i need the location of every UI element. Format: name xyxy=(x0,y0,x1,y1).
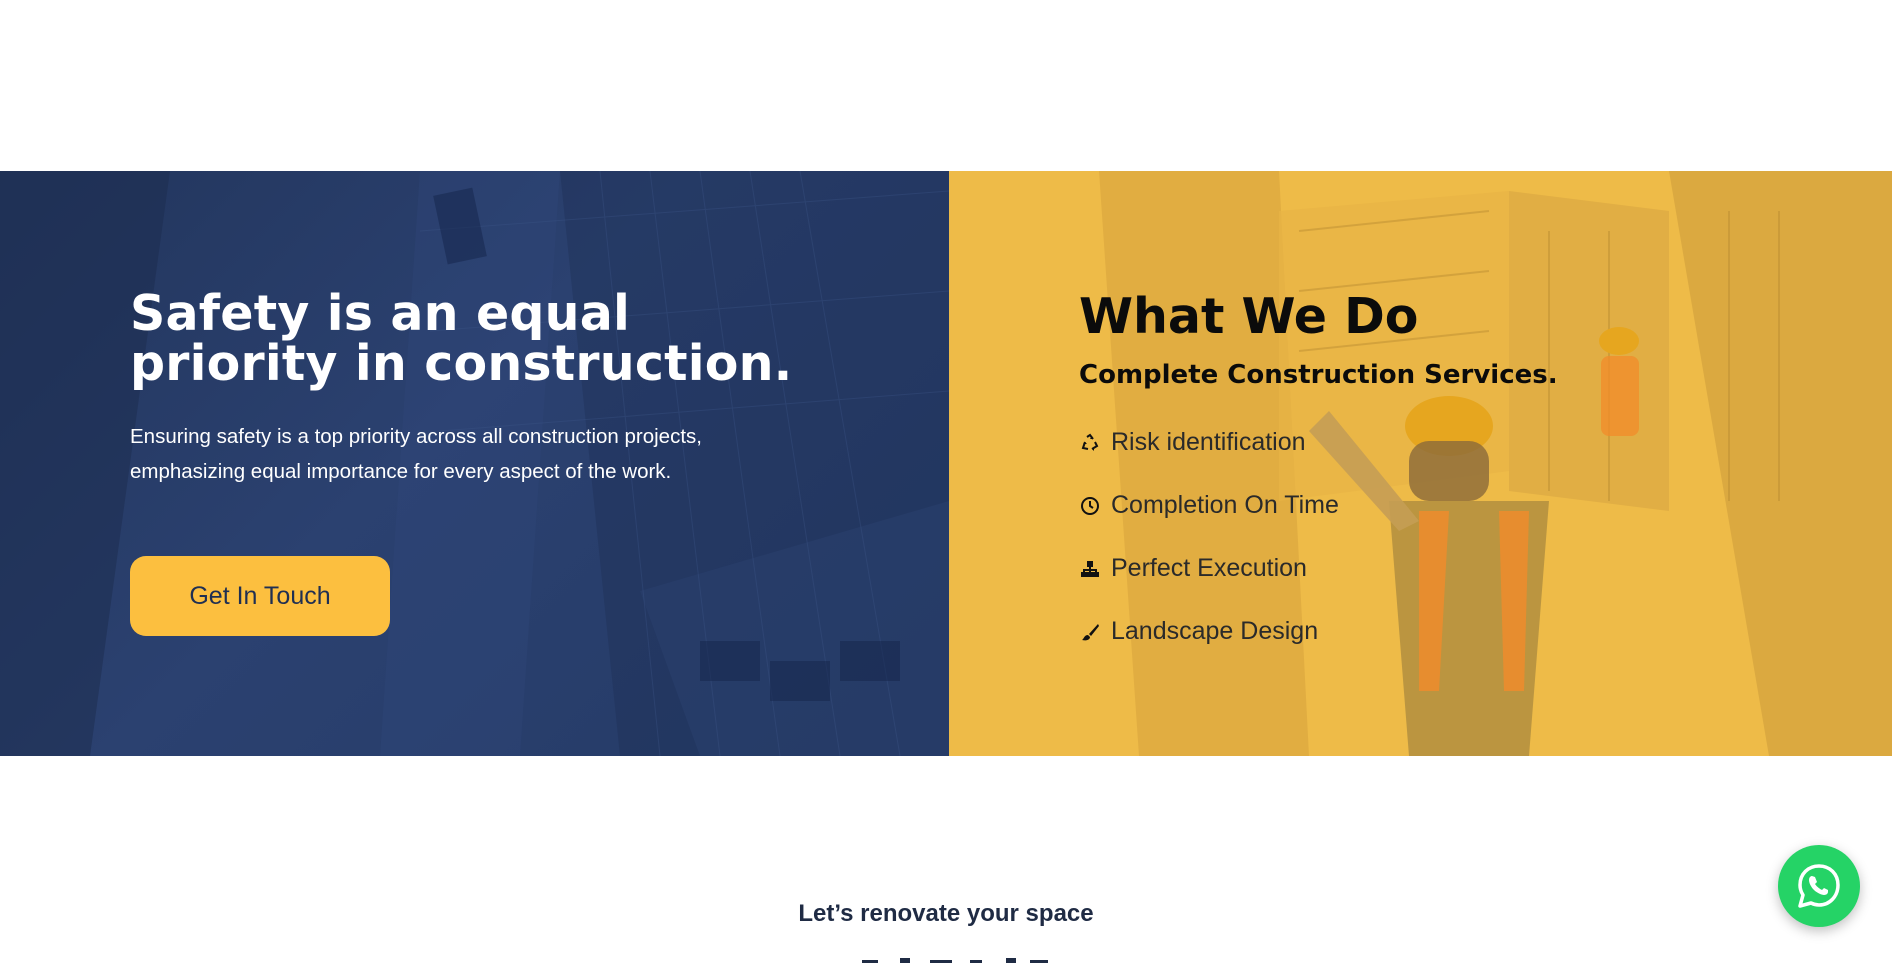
service-item-landscape-design: Landscape Design xyxy=(1079,600,1799,663)
safety-panel: Safety is an equal priority in construct… xyxy=(0,171,949,756)
cut-off-heading xyxy=(800,951,1120,963)
service-label-perfect-execution: Perfect Execution xyxy=(1111,554,1307,582)
safety-content: Safety is an equal priority in construct… xyxy=(130,289,830,489)
sitemap-icon xyxy=(1079,558,1101,580)
services-heading: What We Do xyxy=(1079,288,1419,345)
services-list: Risk identification Completion On Time P… xyxy=(1079,411,1799,663)
services-subheading: Complete Construction Services. xyxy=(1079,360,1558,390)
service-label-landscape-design: Landscape Design xyxy=(1111,617,1319,645)
get-in-touch-button[interactable]: Get In Touch xyxy=(130,556,390,636)
whatsapp-icon xyxy=(1798,864,1840,908)
services-content: What We Do Complete Construction Service… xyxy=(1079,289,1799,663)
whatsapp-chat-button[interactable] xyxy=(1778,845,1860,927)
service-item-risk-identification: Risk identification xyxy=(1079,411,1799,474)
paint-brush-icon xyxy=(1079,621,1101,643)
clock-icon xyxy=(1079,495,1101,517)
safety-description: Ensuring safety is a top priority across… xyxy=(130,425,702,483)
service-item-completion-on-time: Completion On Time xyxy=(1079,474,1799,537)
service-label-completion-on-time: Completion On Time xyxy=(1111,491,1339,519)
service-item-perfect-execution: Perfect Execution xyxy=(1079,537,1799,600)
renovate-tagline: Let’s renovate your space xyxy=(798,900,1094,927)
recycle-icon xyxy=(1079,432,1101,454)
services-panel: What We Do Complete Construction Service… xyxy=(949,171,1892,756)
service-label-risk-identification: Risk identification xyxy=(1111,428,1306,456)
safety-heading: Safety is an equal priority in construct… xyxy=(130,285,793,392)
hero-band: Safety is an equal priority in construct… xyxy=(0,171,1892,756)
page: Safety is an equal priority in construct… xyxy=(0,0,1892,963)
